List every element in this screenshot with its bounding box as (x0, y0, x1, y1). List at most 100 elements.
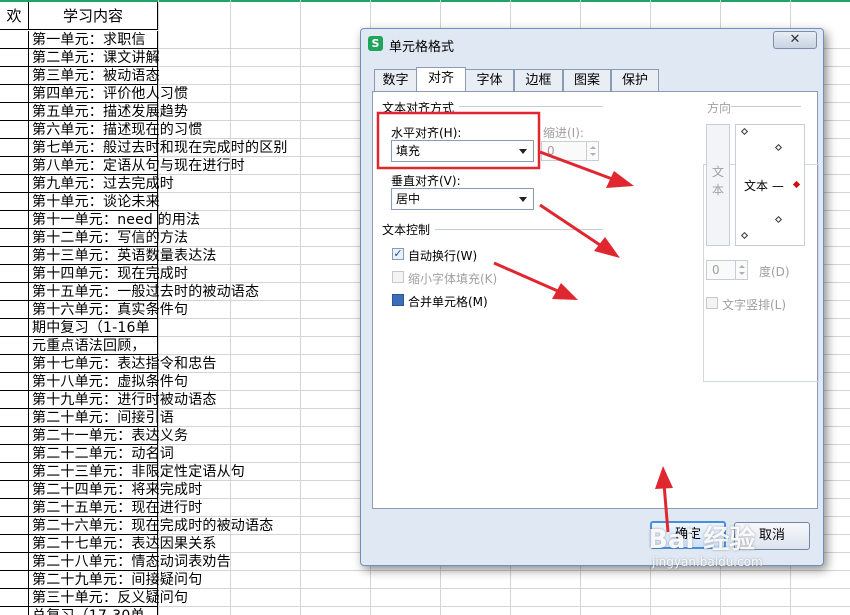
table-row[interactable]: 期中复习（1-16单 (28, 319, 158, 337)
table-cell[interactable] (0, 463, 29, 481)
table-cell[interactable] (0, 607, 29, 615)
table-row[interactable]: 第三单元：被动语态 (28, 67, 160, 85)
table-cell[interactable] (0, 139, 29, 157)
table-row[interactable]: 第二十七单元：表达因果关系 (28, 535, 216, 553)
dial-pointer[interactable] (792, 180, 801, 189)
dial-mark[interactable] (740, 231, 749, 240)
table-cell[interactable] (0, 427, 29, 445)
spin-down-icon[interactable] (739, 272, 745, 275)
table-row[interactable]: 第二十八单元：情态动词表劝告 (28, 553, 231, 571)
shrink-to-fit-label[interactable]: 缩小字体填充(K) (408, 270, 497, 287)
tab-pattern[interactable]: 图案 (563, 69, 611, 91)
table-cell[interactable] (0, 499, 29, 517)
table-row[interactable]: 第十三单元：英语数量表达法 (28, 247, 216, 265)
tab-font[interactable]: 字体 (465, 69, 514, 91)
table-cell[interactable] (0, 373, 29, 391)
table-cell[interactable] (0, 553, 29, 571)
table-row[interactable]: 第十九单元：进行时被动语态 (28, 391, 216, 409)
table-row[interactable]: 第九单元：过去完成时 (28, 175, 174, 193)
merge-cells-checkbox[interactable] (392, 294, 404, 306)
table-cell[interactable] (0, 85, 29, 103)
dial-mark[interactable] (774, 215, 783, 224)
table-row[interactable]: 第十四单元：现在完成时 (28, 265, 188, 283)
table-cell[interactable] (0, 391, 29, 409)
table-row[interactable]: 第十八单元：虚拟条件句 (28, 373, 188, 391)
vertical-stack-checkbox[interactable] (706, 297, 718, 309)
table-cell[interactable] (0, 337, 29, 355)
spinner-buttons[interactable] (586, 142, 598, 160)
vertical-stack-label[interactable]: 文字竖排(L) (722, 296, 786, 313)
table-cell[interactable] (0, 67, 29, 85)
table-cell[interactable] (0, 49, 29, 67)
table-row[interactable]: 第二十单元：间接引语 (28, 409, 174, 427)
table-cell[interactable] (0, 535, 29, 553)
table-cell[interactable] (0, 211, 29, 229)
table-row[interactable]: 总复习（17-30单 (28, 607, 158, 615)
shrink-to-fit-checkbox[interactable] (392, 271, 404, 283)
table-row[interactable]: 第七单元：般过去时和现在完成时的区别 (28, 139, 287, 157)
table-cell[interactable] (0, 517, 29, 535)
dialog-titlebar[interactable]: S 单元格格式 ✕ (361, 29, 823, 59)
spin-down-icon[interactable] (590, 153, 596, 156)
tab-protection[interactable]: 保护 (611, 69, 659, 91)
table-row[interactable]: 第八单元：定语从句与现在进行时 (28, 157, 245, 175)
vertical-align-select[interactable]: 居中 (391, 188, 534, 210)
table-cell[interactable] (0, 409, 29, 427)
table-cell[interactable] (0, 283, 29, 301)
table-row[interactable]: 第二十二单元：动名词 (28, 445, 174, 463)
indent-spinner[interactable]: 0 (541, 141, 599, 161)
table-row[interactable]: 第二十五单元：现在进行时 (28, 499, 202, 517)
wrap-text-checkbox[interactable]: ✓ (392, 248, 404, 260)
table-row[interactable]: 第二十九单元：间接疑问句 (28, 571, 202, 589)
header-cell-left[interactable]: 欢 (0, 2, 29, 30)
dial-mark[interactable] (774, 143, 783, 152)
spinner-buttons[interactable] (735, 261, 747, 279)
spin-up-icon[interactable] (590, 146, 596, 149)
table-row[interactable]: 第十一单元：need 的用法 (28, 211, 200, 229)
header-cell-content[interactable]: 学习内容 (28, 2, 158, 30)
table-cell[interactable] (0, 193, 29, 211)
table-cell[interactable] (0, 301, 29, 319)
dial-mark[interactable] (740, 127, 749, 136)
table-row[interactable]: 第五单元：描述发展趋势 (28, 103, 188, 121)
table-row[interactable]: 第十六单元：真实条件句 (28, 301, 188, 319)
table-cell[interactable] (0, 571, 29, 589)
table-row[interactable]: 第六单元：描述现在的习惯 (28, 121, 202, 139)
merge-cells-label[interactable]: 合并单元格(M) (408, 293, 488, 310)
table-row[interactable]: 第十七单元：表达指令和忠告 (28, 355, 216, 373)
degrees-spinner[interactable]: 0 (706, 260, 748, 280)
tab-number[interactable]: 数字 (374, 69, 417, 91)
spin-up-icon[interactable] (739, 265, 745, 268)
table-cell[interactable] (0, 481, 29, 499)
wrap-text-label[interactable]: 自动换行(W) (408, 247, 477, 264)
table-row[interactable]: 第二十一单元：表达义务 (28, 427, 188, 445)
table-row[interactable]: 第二十六单元：现在完成时的被动语态 (28, 517, 273, 535)
table-cell[interactable] (0, 589, 29, 607)
table-cell[interactable] (0, 103, 29, 121)
table-row[interactable]: 第二十四单元：将来完成时 (28, 481, 202, 499)
vertical-text-button[interactable]: 文本 (706, 124, 730, 246)
table-row[interactable]: 第十单元：谈论未来 (28, 193, 160, 211)
table-row[interactable]: 元重点语法回顾， (28, 337, 158, 355)
horizontal-align-select[interactable]: 填充 (391, 140, 534, 162)
table-cell[interactable] (0, 445, 29, 463)
tab-alignment[interactable]: 对齐 (416, 67, 466, 92)
tab-border[interactable]: 边框 (514, 69, 563, 91)
table-row[interactable]: 第二单元：课文讲解 (28, 49, 160, 67)
table-cell[interactable] (0, 265, 29, 283)
table-row[interactable]: 第四单元：评价他人习惯 (28, 85, 188, 103)
table-cell[interactable] (0, 319, 29, 337)
table-row[interactable]: 第十五单元：一般过去时的被动语态 (28, 283, 259, 301)
table-cell[interactable] (0, 175, 29, 193)
table-cell[interactable] (0, 229, 29, 247)
table-cell[interactable] (0, 157, 29, 175)
table-row[interactable]: 第一单元：求职信 (28, 31, 158, 49)
table-row[interactable]: 第三十单元：反义疑问句 (28, 589, 188, 607)
close-button[interactable]: ✕ (773, 31, 817, 49)
table-row[interactable]: 第十二单元：写信的方法 (28, 229, 188, 247)
table-cell[interactable] (0, 31, 29, 49)
table-row[interactable]: 第二十三单元：非限定性定语从句 (28, 463, 245, 481)
orientation-dial[interactable]: 文本 — (735, 124, 805, 246)
table-cell[interactable] (0, 121, 29, 139)
table-cell[interactable] (0, 355, 29, 373)
